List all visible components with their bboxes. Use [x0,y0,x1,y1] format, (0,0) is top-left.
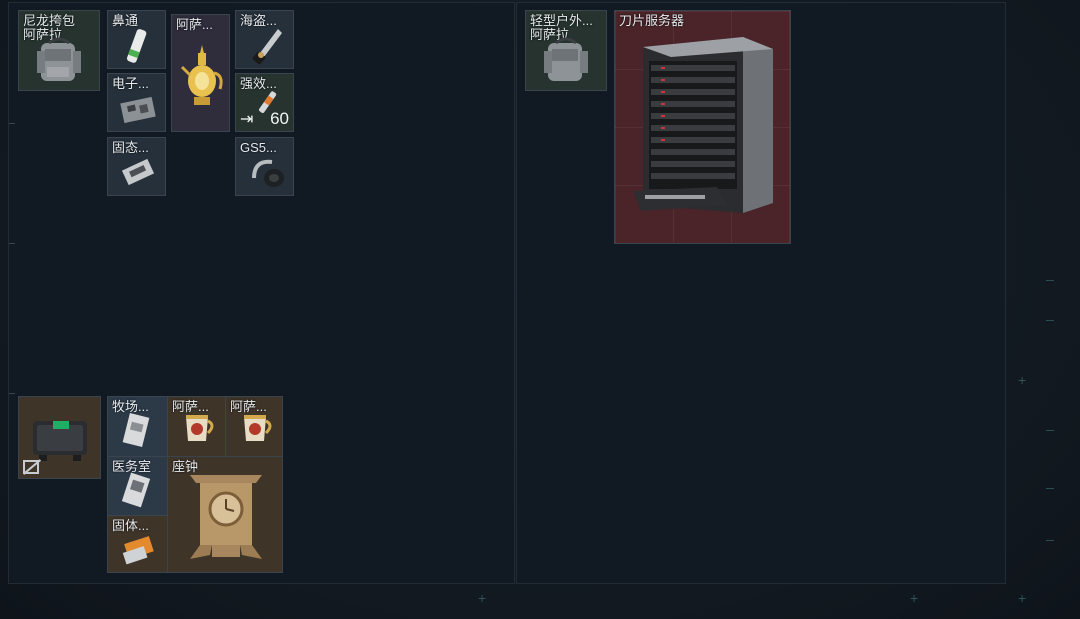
scale-tick [1046,320,1054,321]
golden-ewer-icon [180,45,223,105]
ornate-cup-icon [244,415,272,441]
backpack-name: 尼龙挎包 [23,13,76,28]
item-pirate-knife[interactable]: 海盗... [235,10,294,69]
loot-container-panel: 轻型户外... 阿萨拉 刀片服务器 [516,2,1006,584]
item-asala-cup-2[interactable]: 阿萨... [225,397,282,456]
item-ranch-key[interactable]: 牧场... [108,397,167,456]
edge-mark [9,393,15,394]
item-label: 固态... [112,140,149,155]
backpack-slot[interactable]: 轻型户外... 阿萨拉 [525,10,607,91]
container-grid: 牧场... 阿萨... 阿萨... 医务室 座钟 固体... [107,396,283,573]
item-strong-stim[interactable]: 强效... ⇥ 60 [235,73,294,132]
inventory-screen: 尼龙挎包 阿萨拉 鼻通 海盗... 阿萨... 电子... 强效... ⇥ 60… [0,0,1080,619]
document-icon [122,413,150,447]
fuel-box-icon [122,536,154,565]
headset-icon [252,159,284,187]
backpack-name: 轻型户外... [530,13,593,28]
backpack-icon [37,37,81,81]
ssd-icon [121,158,155,186]
case-icon [33,421,87,461]
ornate-cup-icon [186,415,214,441]
item-asala-cup-1[interactable]: 阿萨... [167,397,225,456]
item-nasal-spray[interactable]: 鼻通 [107,10,166,69]
item-ssd[interactable]: 固态... [107,137,166,196]
item-label: 海盗... [240,13,277,28]
item-label: 刀片服务器 [619,13,685,28]
item-electronic[interactable]: 电子... [107,73,166,132]
keycard-icon [121,472,151,508]
item-blade-server[interactable]: 刀片服务器 [614,10,791,244]
item-clinic-key[interactable]: 医务室 [108,456,167,515]
item-label: GS5... [240,140,277,155]
dagger-icon [252,29,282,65]
item-gs5-headset[interactable]: GS5... [235,137,294,196]
backpack-slot[interactable]: 尼龙挎包 阿萨拉 [18,10,100,91]
item-solid-fuel[interactable]: 固体... [108,515,167,572]
backpack-icon [544,37,588,81]
item-label: 阿萨... [176,17,213,32]
secure-container-slot[interactable] [18,396,101,479]
attachment-icon: ⇥ [240,111,254,128]
no-sort-icon [23,460,39,474]
item-count: 60 [270,109,289,128]
crosshair-mark: + [910,590,919,606]
item-asala-ewer[interactable]: 阿萨... [171,14,230,132]
scale-tick [1046,488,1054,489]
item-label: 电子... [112,76,149,91]
scale-tick [1046,280,1054,281]
blade-server-icon [633,37,773,213]
circuit-board-icon [120,96,156,124]
crosshair-mark: + [478,590,487,606]
mantel-clock-icon [190,475,262,559]
edge-mark [9,243,15,244]
player-inventory-panel: 尼龙挎包 阿萨拉 鼻通 海盗... 阿萨... 电子... 强效... ⇥ 60… [8,2,515,584]
scale-tick [1046,540,1054,541]
edge-mark [9,123,15,124]
nasal-spray-icon [126,29,147,63]
item-mantel-clock[interactable]: 座钟 [167,456,282,572]
scale-tick [1046,430,1054,431]
crosshair-mark: + [1018,372,1027,388]
crosshair-mark: + [1018,590,1027,606]
